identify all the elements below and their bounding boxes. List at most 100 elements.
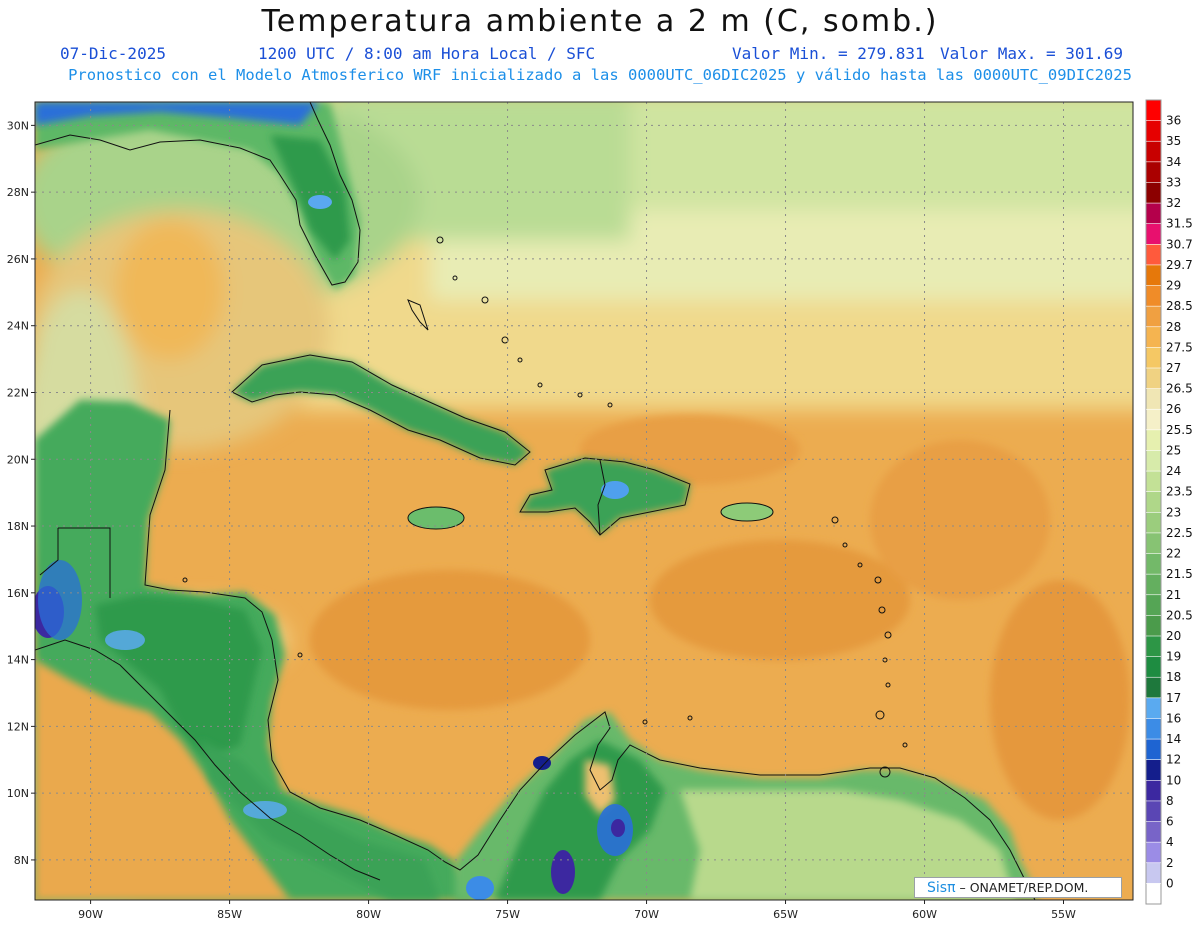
field-layer bbox=[35, 102, 1133, 900]
lat-tick-label: 8N bbox=[14, 854, 29, 867]
colorbar-swatch bbox=[1146, 368, 1161, 390]
colorbar-swatch bbox=[1146, 697, 1161, 719]
lat-tick-label: 10N bbox=[7, 787, 29, 800]
colorbar-swatch bbox=[1146, 677, 1161, 699]
colorbar-swatch bbox=[1146, 182, 1161, 204]
colorbar-label: 28 bbox=[1166, 320, 1181, 334]
cold-area-costa-rica bbox=[243, 801, 287, 819]
lon-tick-label: 80W bbox=[356, 908, 381, 921]
colorbar-swatch bbox=[1146, 862, 1161, 884]
lat-tick-label: 12N bbox=[7, 720, 29, 733]
colorbar-swatch bbox=[1146, 161, 1161, 183]
longitude-axis: 90W 85W 80W 75W 70W 65W 60W 55W bbox=[78, 900, 1076, 921]
colorbar-label: 24 bbox=[1166, 464, 1181, 478]
colorbar-swatch bbox=[1146, 326, 1161, 348]
credit-text: – ONAMET/REP.DOM. bbox=[959, 880, 1089, 895]
colorbar-swatch bbox=[1146, 553, 1161, 575]
colorbar-label: 19 bbox=[1166, 650, 1181, 664]
colorbar-swatch bbox=[1146, 264, 1161, 287]
colorbar-swatch bbox=[1146, 718, 1161, 740]
colorbar-label: 32 bbox=[1166, 196, 1181, 210]
lat-tick-label: 22N bbox=[7, 386, 29, 399]
colorbar-label: 20.5 bbox=[1166, 608, 1193, 622]
cold-peak-andes-2 bbox=[611, 819, 625, 837]
colorbar-swatch bbox=[1146, 244, 1161, 266]
cold-peak-santa-marta bbox=[533, 756, 551, 770]
colorbar-swatch bbox=[1146, 842, 1161, 864]
colorbar-label: 0 bbox=[1166, 876, 1174, 890]
colorbar-label: 22 bbox=[1166, 547, 1181, 561]
colorbar-label: 20 bbox=[1166, 629, 1181, 643]
colorbar-swatch bbox=[1146, 739, 1161, 761]
colorbar-swatch bbox=[1146, 471, 1161, 493]
cold-area-guatemala bbox=[38, 560, 82, 640]
lon-tick-label: 60W bbox=[912, 908, 937, 921]
colorbar-label: 8 bbox=[1166, 794, 1174, 808]
lat-tick-label: 16N bbox=[7, 587, 29, 600]
colorbar-label: 22.5 bbox=[1166, 526, 1193, 540]
colorbar-swatch bbox=[1146, 800, 1161, 823]
colorbar-swatch bbox=[1146, 883, 1161, 905]
lat-tick-label: 14N bbox=[7, 654, 29, 667]
colorbar-swatch bbox=[1146, 574, 1161, 596]
colorbar-label: 17 bbox=[1166, 691, 1181, 705]
colorbar-swatch bbox=[1146, 285, 1161, 307]
colorbar-label: 2 bbox=[1166, 856, 1174, 870]
colorbar-swatch bbox=[1146, 429, 1161, 451]
colorbar-swatch bbox=[1146, 100, 1161, 122]
colorbar-label: 28.5 bbox=[1166, 299, 1193, 313]
colorbar-swatch bbox=[1146, 821, 1161, 843]
lon-tick-label: 85W bbox=[217, 908, 242, 921]
colorbar-swatch bbox=[1146, 347, 1161, 369]
colorbar-swatch bbox=[1146, 656, 1161, 678]
lat-tick-label: 26N bbox=[7, 253, 29, 266]
colorbar-swatch bbox=[1146, 450, 1161, 472]
lat-tick-label: 30N bbox=[7, 119, 29, 132]
colorbar-label: 16 bbox=[1166, 711, 1181, 725]
credit-box: Sisπ – ONAMET/REP.DOM. bbox=[914, 877, 1122, 898]
colorbar-label: 26 bbox=[1166, 402, 1181, 416]
temperature-map: 30N 28N 26N 24N 22N 20N 18N 16N 14N 12N 10N 8N 90W 8… bbox=[7, 99, 1193, 921]
colorbar-swatch bbox=[1146, 759, 1161, 781]
lon-tick-label: 70W bbox=[634, 908, 659, 921]
lake-okeechobee-cold bbox=[308, 195, 332, 209]
colorbar-label: 21.5 bbox=[1166, 567, 1193, 581]
colorbar-label: 12 bbox=[1166, 753, 1181, 767]
lat-tick-label: 24N bbox=[7, 320, 29, 333]
lat-tick-label: 28N bbox=[7, 186, 29, 199]
colorbar-label: 33 bbox=[1166, 175, 1181, 189]
colorbar-label: 23.5 bbox=[1166, 485, 1193, 499]
colorbar-label: 25.5 bbox=[1166, 423, 1193, 437]
colorbar-swatch bbox=[1146, 203, 1161, 225]
colorbar-label: 6 bbox=[1166, 815, 1174, 829]
colorbar-label: 26.5 bbox=[1166, 382, 1193, 396]
lon-tick-label: 55W bbox=[1051, 908, 1076, 921]
lon-tick-label: 75W bbox=[495, 908, 520, 921]
colorbar-swatch bbox=[1146, 120, 1161, 142]
sisp-logo: Sisπ bbox=[927, 880, 956, 896]
colorbar-label: 10 bbox=[1166, 773, 1181, 787]
colorbar-label: 23 bbox=[1166, 505, 1181, 519]
colorbar-label: 27.5 bbox=[1166, 340, 1193, 354]
colorbar-swatch bbox=[1146, 409, 1161, 431]
colorbar-label: 29.7 bbox=[1166, 258, 1193, 272]
colorbar-label: 25 bbox=[1166, 443, 1181, 457]
colorbar: 363534333231.530.729.72928.52827.52726.5… bbox=[1145, 99, 1193, 905]
colorbar-label: 27 bbox=[1166, 361, 1181, 375]
colorbar-label: 34 bbox=[1166, 155, 1181, 169]
colorbar-swatch bbox=[1146, 594, 1161, 616]
colorbar-label: 14 bbox=[1166, 732, 1181, 746]
colorbar-swatch bbox=[1146, 636, 1161, 658]
colorbar-swatch bbox=[1146, 780, 1161, 802]
colorbar-swatch bbox=[1146, 532, 1161, 555]
colorbar-label: 29 bbox=[1166, 279, 1181, 293]
cold-area-colombia bbox=[466, 876, 494, 900]
colorbar-label: 36 bbox=[1166, 114, 1181, 128]
lat-tick-label: 20N bbox=[7, 453, 29, 466]
colorbar-label: 31.5 bbox=[1166, 217, 1193, 231]
colorbar-label: 4 bbox=[1166, 835, 1174, 849]
colorbar-label: 30.7 bbox=[1166, 237, 1193, 251]
colorbar-swatch bbox=[1146, 223, 1161, 245]
lat-tick-label: 18N bbox=[7, 520, 29, 533]
colorbar-swatch bbox=[1146, 491, 1161, 513]
